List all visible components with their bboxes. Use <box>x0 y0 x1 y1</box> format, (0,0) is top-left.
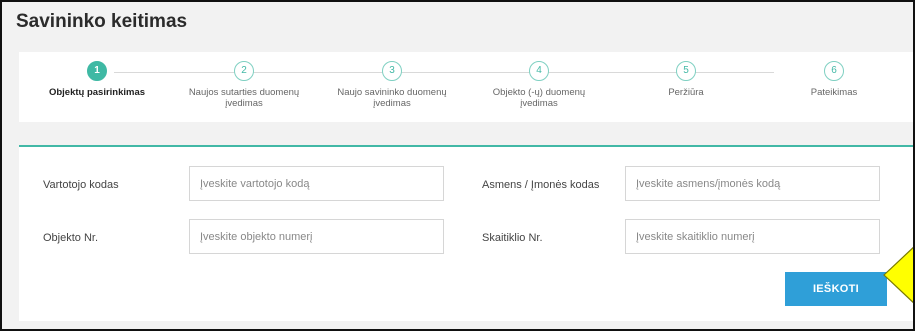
person-code-input[interactable] <box>625 166 880 201</box>
step-label: Objekto (-ų) duomenų įvedimas <box>492 87 586 109</box>
arrow-pointer-icon <box>883 246 913 304</box>
step-6[interactable]: 6 Pateikimas <box>759 61 909 98</box>
app-window: Savininko keitimas 1 Objektų pasirinkima… <box>0 0 915 331</box>
step-label: Objektų pasirinkimas <box>48 87 146 98</box>
step-5[interactable]: 5 Peržiūra <box>611 61 761 98</box>
step-number: 4 <box>529 61 549 81</box>
step-number: 1 <box>87 61 107 81</box>
step-1[interactable]: 1 Objektų pasirinkimas <box>22 61 172 98</box>
page-title: Savininko keitimas <box>16 11 188 32</box>
person-code-label: Asmens / Įmonės kodas <box>482 179 600 191</box>
object-no-label: Objekto Nr. <box>43 232 99 244</box>
step-label: Naujo savininko duomenų įvedimas <box>337 87 447 109</box>
step-2[interactable]: 2 Naujos sutarties duomenų įvedimas <box>169 61 319 109</box>
step-number: 6 <box>824 61 844 81</box>
user-code-label: Vartotojo kodas <box>43 179 119 191</box>
meter-no-label: Skaitiklio Nr. <box>482 232 543 244</box>
step-label: Pateikimas <box>810 87 858 98</box>
search-form: Vartotojo kodas Asmens / Įmonės kodas Ob… <box>19 145 913 321</box>
stepper: 1 Objektų pasirinkimas 2 Naujos sutartie… <box>19 52 913 122</box>
step-4[interactable]: 4 Objekto (-ų) duomenų įvedimas <box>464 61 614 109</box>
step-3[interactable]: 3 Naujo savininko duomenų įvedimas <box>317 61 467 109</box>
step-label: Peržiūra <box>668 87 704 98</box>
step-number: 3 <box>382 61 402 81</box>
meter-no-input[interactable] <box>625 219 880 254</box>
search-button[interactable]: IEŠKOTI <box>785 272 887 306</box>
step-number: 2 <box>234 61 254 81</box>
object-no-input[interactable] <box>189 219 444 254</box>
user-code-input[interactable] <box>189 166 444 201</box>
step-number: 5 <box>676 61 696 81</box>
step-label: Naujos sutarties duomenų įvedimas <box>188 87 300 109</box>
